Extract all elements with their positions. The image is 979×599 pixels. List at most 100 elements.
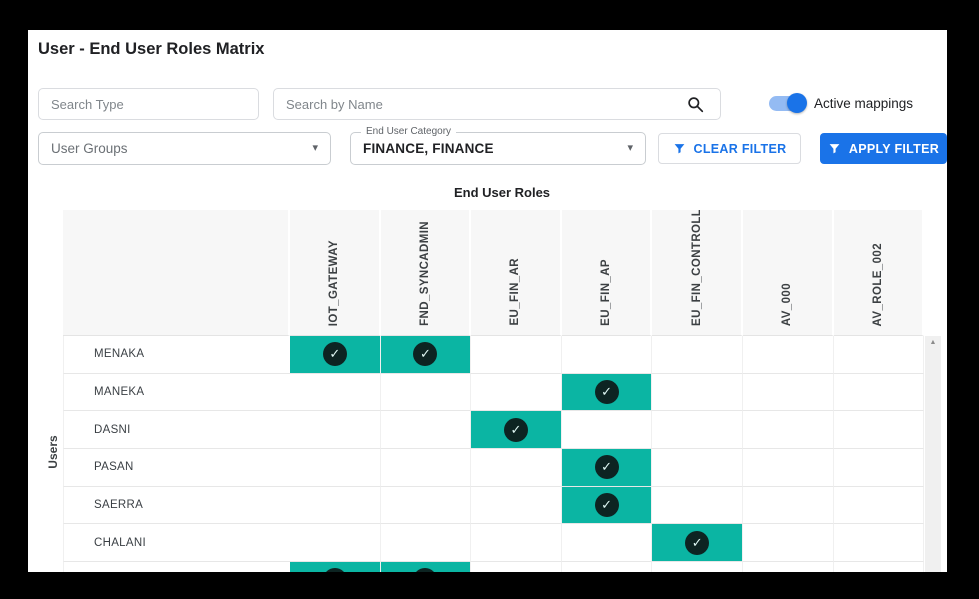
matrix-cell[interactable] (290, 487, 381, 525)
matrix-cell[interactable]: ✓ (562, 449, 653, 487)
search-icon[interactable] (687, 96, 704, 113)
check-icon: ✓ (413, 568, 437, 572)
filter-icon (828, 142, 841, 155)
matrix-cell[interactable] (652, 411, 743, 449)
matrix-cell[interactable] (381, 487, 472, 525)
matrix-cell[interactable] (471, 449, 562, 487)
matrix-cell[interactable] (652, 374, 743, 412)
column-header-label: FND_SYNCADMIN (419, 221, 431, 326)
page-title: User - End User Roles Matrix (38, 40, 265, 59)
column-header-av_role_002: AV_ROLE_002 (834, 210, 925, 336)
matrix-cell[interactable] (290, 374, 381, 412)
matrix-cell[interactable] (743, 562, 834, 572)
matrix-cell[interactable] (652, 562, 743, 572)
matrix-body: MENAKA✓✓MANEKA✓DASNI✓PASAN✓SAERRA✓CHALAN… (63, 336, 925, 572)
clear-filter-label: CLEAR FILTER (694, 142, 787, 156)
column-header-label: AV_ROLE_002 (872, 243, 884, 326)
matrix-cell[interactable] (743, 487, 834, 525)
matrix-cell[interactable] (471, 524, 562, 562)
column-header-label: EU_FIN_AR (509, 258, 521, 326)
table-row: MANEKA ✓ (63, 374, 925, 412)
end-user-category-value: FINANCE, FINANCE (363, 141, 494, 156)
row-label: MANEKA (63, 374, 290, 412)
matrix-cell[interactable] (381, 411, 472, 449)
matrix-cell[interactable]: ✓ (290, 336, 381, 374)
matrix-cell[interactable] (743, 374, 834, 412)
column-header-eu_fin_ap: EU_FIN_AP (562, 210, 653, 336)
column-header-label: EU_FIN_AP (600, 259, 612, 326)
matrix-cell[interactable] (834, 336, 925, 374)
matrix-cell[interactable] (381, 524, 472, 562)
user-groups-placeholder: User Groups (51, 141, 128, 156)
matrix-cell[interactable] (562, 411, 653, 449)
row-label: PASAN (63, 449, 290, 487)
matrix-cell[interactable] (562, 524, 653, 562)
scroll-up-icon[interactable]: ▲ (925, 339, 941, 346)
check-icon: ✓ (323, 568, 347, 572)
column-header-label: IOT_GATEWAY (328, 240, 340, 326)
chevron-down-icon: ▾ (627, 143, 633, 154)
matrix-corner-cell (63, 210, 290, 336)
matrix-cell[interactable]: ✓ (562, 487, 653, 525)
column-header-eu_fin_ar: EU_FIN_AR (471, 210, 562, 336)
matrix-cell[interactable] (743, 336, 834, 374)
check-icon: ✓ (595, 493, 619, 517)
search-name-input[interactable] (273, 88, 721, 120)
matrix-cell[interactable] (743, 411, 834, 449)
row-label (63, 562, 290, 572)
active-mappings-label: Active mappings (814, 96, 913, 111)
column-header-av_000: AV_000 (743, 210, 834, 336)
matrix-cell[interactable]: ✓ (562, 374, 653, 412)
matrix-cell[interactable] (743, 449, 834, 487)
roles-matrix: IOT_GATEWAY FND_SYNCADMIN EU_FIN_AR EU_FIN_… (63, 210, 925, 572)
user-groups-select[interactable]: User Groups ▾ (38, 132, 331, 165)
search-type-input[interactable] (38, 88, 259, 120)
matrix-cell[interactable] (652, 449, 743, 487)
matrix-header-row: IOT_GATEWAY FND_SYNCADMIN EU_FIN_AR EU_FIN_… (63, 210, 925, 336)
vertical-scrollbar[interactable]: ▲ (925, 336, 941, 572)
matrix-cell[interactable] (743, 524, 834, 562)
matrix-cell[interactable] (471, 487, 562, 525)
active-mappings-toggle[interactable] (769, 96, 804, 111)
matrix-cell[interactable]: ✓ (381, 336, 472, 374)
matrix-cell[interactable]: ✓ (471, 411, 562, 449)
matrix-cell[interactable] (381, 374, 472, 412)
matrix-cell[interactable] (290, 524, 381, 562)
toggle-knob (787, 93, 807, 113)
matrix-cell[interactable] (834, 449, 925, 487)
column-header-label: AV_000 (781, 283, 793, 326)
matrix-cell[interactable] (834, 524, 925, 562)
matrix-cell[interactable] (652, 487, 743, 525)
matrix-title: End User Roles (63, 185, 941, 200)
check-icon: ✓ (323, 342, 347, 366)
check-icon: ✓ (595, 455, 619, 479)
column-header-label: EU_FIN_CONTROLLER (691, 210, 703, 326)
matrix-cell[interactable] (834, 374, 925, 412)
column-header-fnd_syncadmin: FND_SYNCADMIN (381, 210, 472, 336)
matrix-cell[interactable] (381, 449, 472, 487)
matrix-cell[interactable] (834, 487, 925, 525)
matrix-cell[interactable]: ✓ (652, 524, 743, 562)
table-row: MENAKA✓✓ (63, 336, 925, 374)
check-icon: ✓ (504, 418, 528, 442)
users-axis-label: Users (46, 429, 60, 475)
clear-filter-button[interactable]: CLEAR FILTER (658, 133, 801, 164)
check-icon: ✓ (685, 531, 709, 555)
matrix-cell[interactable] (652, 336, 743, 374)
matrix-cell[interactable] (471, 374, 562, 412)
matrix-cell[interactable] (562, 336, 653, 374)
table-row: CHALANI✓ (63, 524, 925, 562)
matrix-cell[interactable] (471, 562, 562, 572)
matrix-cell[interactable]: ✓ (290, 562, 381, 572)
apply-filter-button[interactable]: APPLY FILTER (820, 133, 947, 164)
column-header-eu_fin_controller: EU_FIN_CONTROLLER (652, 210, 743, 336)
matrix-cell[interactable] (834, 562, 925, 572)
matrix-cell[interactable] (562, 562, 653, 572)
matrix-cell[interactable]: ✓ (381, 562, 472, 572)
chevron-down-icon: ▾ (312, 143, 318, 154)
matrix-cell[interactable] (290, 411, 381, 449)
matrix-cell[interactable] (834, 411, 925, 449)
matrix-cell[interactable] (471, 336, 562, 374)
matrix-cell[interactable] (290, 449, 381, 487)
end-user-category-select[interactable]: End User Category FINANCE, FINANCE ▾ (350, 132, 646, 165)
